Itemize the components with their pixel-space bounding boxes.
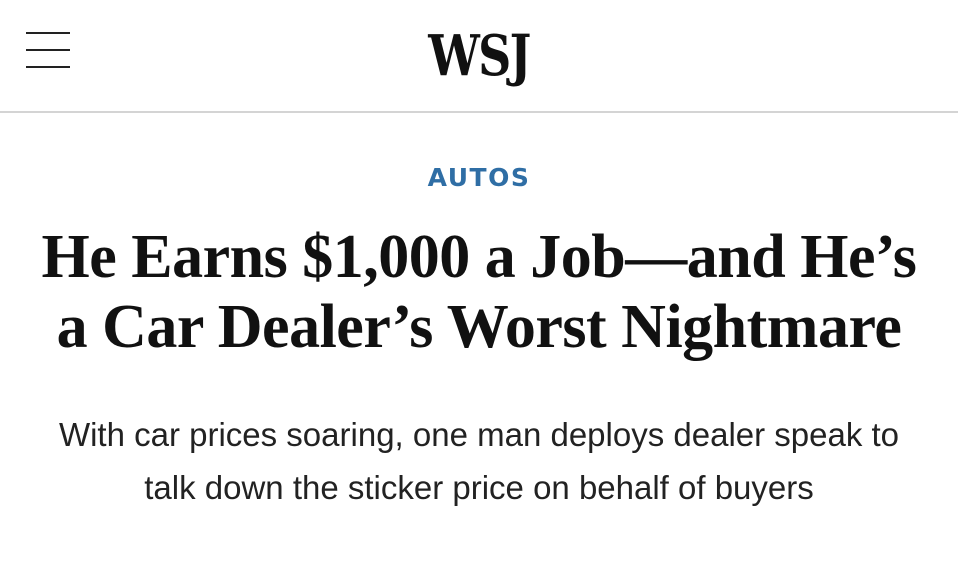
wsj-logo[interactable]: WSJ [86, 22, 872, 90]
menu-line [26, 66, 70, 68]
article-page: WSJ AUTOS He Earns $1,000 a Job—and He’s… [0, 0, 958, 572]
hamburger-menu-icon[interactable] [26, 32, 70, 70]
article-headline: He Earns $1,000 a Job—and He’s a Car Dea… [41, 223, 917, 361]
top-navigation-bar: WSJ [0, 0, 958, 113]
menu-line [26, 49, 70, 51]
article-dek: With car prices soaring, one man deploys… [58, 416, 900, 506]
section-label[interactable]: AUTOS [0, 160, 958, 196]
menu-line [26, 32, 70, 34]
